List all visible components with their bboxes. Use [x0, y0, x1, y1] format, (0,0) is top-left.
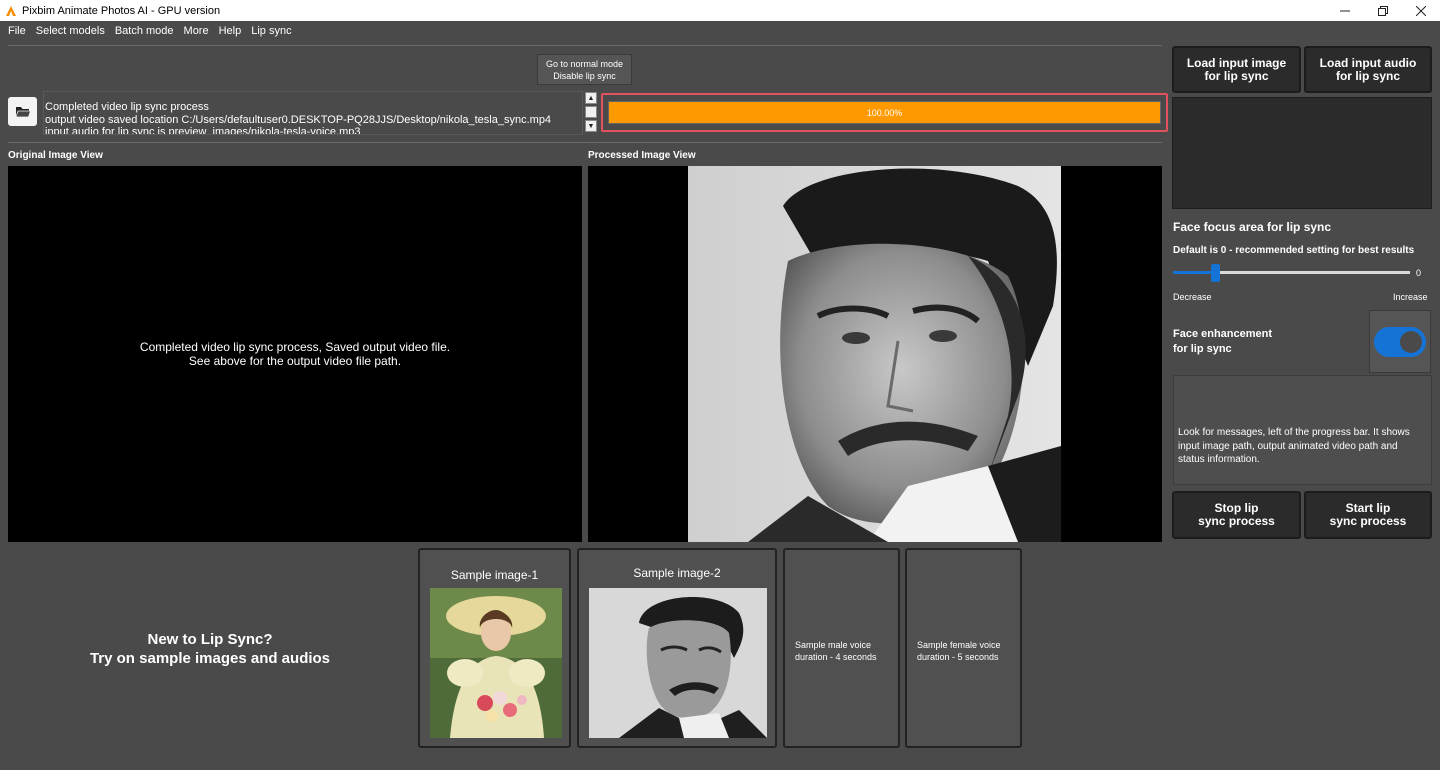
slider-value: 0: [1416, 268, 1422, 278]
stop-lip-sync-button[interactable]: Stop lip sync process: [1172, 491, 1301, 539]
info-message: Look for messages, left of the progress …: [1178, 427, 1410, 465]
promo-line: Try on sample images and audios: [89, 650, 331, 667]
divider: [8, 45, 1162, 46]
mode-button-line1: Go to normal mode: [545, 59, 624, 69]
face-focus-slider-fill: [1173, 271, 1215, 274]
face-focus-hint: Default is 0 - recommended setting for b…: [1173, 245, 1415, 256]
scroll-thumb[interactable]: [585, 106, 597, 118]
sample-image-1-thumbnail[interactable]: [430, 588, 562, 738]
voice-label-line: duration - 5 seconds: [917, 652, 999, 662]
sample-image-2-thumbnail[interactable]: [589, 588, 767, 738]
scroll-down-icon[interactable]: ▼: [585, 120, 597, 132]
sample-male-voice-card[interactable]: Sample male voice duration - 4 seconds: [783, 548, 900, 748]
progress-highlight: 100.00%: [601, 93, 1168, 132]
voice-label-line: Sample male voice: [795, 640, 872, 650]
processed-image-view: [588, 166, 1162, 542]
menu-more[interactable]: More: [184, 25, 209, 37]
menu-help[interactable]: Help: [219, 25, 242, 37]
load-image-label: Load input image: [1186, 55, 1287, 70]
voice-label-line: Sample female voice: [917, 640, 1001, 650]
close-icon: [1416, 5, 1426, 16]
log-line: Completed video lip sync process: [45, 101, 209, 113]
info-message-box: Look for messages, left of the progress …: [1173, 375, 1432, 485]
mode-button-line2: Disable lip sync: [553, 71, 616, 81]
menu-select-models[interactable]: Select models: [36, 25, 105, 37]
original-view-message: See above for the output video file path…: [188, 354, 402, 368]
face-focus-title: Face focus area for lip sync: [1173, 220, 1332, 234]
load-image-label: for lip sync: [1204, 68, 1269, 83]
load-audio-label: Load input audio: [1319, 55, 1417, 70]
menu-bar: File Select models Batch mode More Help …: [0, 21, 1440, 41]
face-enhancement-toggle[interactable]: [1374, 327, 1426, 357]
stop-label: sync process: [1198, 514, 1275, 528]
folder-icon: [14, 106, 31, 117]
sample-image-2-title: Sample image-2: [633, 566, 721, 580]
toggle-knob: [1400, 331, 1422, 353]
app-logo-icon: [5, 5, 17, 17]
start-label: sync process: [1329, 514, 1407, 528]
log-scrollbar[interactable]: ▲ ▼: [585, 92, 598, 134]
face-enhancement-line: Face enhancement: [1173, 328, 1273, 340]
sample-image-2-card[interactable]: Sample image-2: [577, 548, 777, 748]
divider: [8, 142, 1162, 143]
sample-image-1-card[interactable]: Sample image-1: [418, 548, 571, 748]
minimize-icon: [1340, 10, 1350, 11]
maximize-button[interactable]: [1364, 0, 1402, 21]
sample-male-voice-label: Sample male voice duration - 4 seconds: [795, 639, 892, 663]
open-folder-button[interactable]: [8, 97, 37, 126]
menu-batch-mode[interactable]: Batch mode: [115, 25, 174, 37]
original-view-label: Original Image View: [8, 150, 103, 161]
load-audio-label: for lip sync: [1335, 68, 1400, 83]
face-enhancement-label: Face enhancement for lip sync: [1173, 327, 1272, 357]
load-input-audio-button[interactable]: Load input audio for lip sync: [1304, 46, 1432, 93]
processed-view-label: Processed Image View: [588, 150, 696, 161]
processed-portrait-image: [688, 166, 1061, 542]
lip-sync-promo: New to Lip Sync? Try on sample images an…: [60, 630, 360, 668]
scroll-up-icon[interactable]: ▲: [585, 92, 597, 104]
decrease-label: Decrease: [1173, 292, 1212, 302]
load-input-image-button[interactable]: Load input image for lip sync: [1172, 46, 1301, 93]
menu-file[interactable]: File: [8, 25, 26, 37]
title-bar: Pixbim Animate Photos AI - GPU version: [0, 0, 1440, 21]
sample-image-1-title: Sample image-1: [450, 568, 539, 582]
original-image-view: Completed video lip sync process, Saved …: [8, 166, 582, 542]
normal-mode-button[interactable]: Go to normal mode Disable lip sync: [537, 54, 632, 85]
input-preview-box: [1172, 97, 1432, 209]
face-enhancement-line: for lip sync: [1173, 343, 1232, 355]
voice-label-line: duration - 4 seconds: [795, 652, 877, 662]
log-line: output video saved location C:/Users/def…: [45, 113, 552, 126]
promo-line: New to Lip Sync?: [147, 631, 273, 648]
start-lip-sync-button[interactable]: Start lip sync process: [1304, 491, 1432, 539]
face-focus-slider-thumb[interactable]: [1211, 264, 1220, 282]
progress-fill: 100.00%: [609, 102, 1160, 123]
progress-label: 100.00%: [866, 107, 903, 118]
sample-female-voice-label: Sample female voice duration - 5 seconds: [917, 639, 1014, 663]
menu-lip-sync[interactable]: Lip sync: [251, 25, 291, 37]
progress-bar: 100.00%: [608, 101, 1161, 124]
sample-female-voice-card[interactable]: Sample female voice duration - 5 seconds: [905, 548, 1022, 748]
status-log[interactable]: Completed video lip sync process output …: [43, 91, 583, 135]
window-title: Pixbim Animate Photos AI - GPU version: [22, 4, 221, 17]
restore-icon: [1378, 5, 1388, 16]
log-line: input audio for lip sync is preview_imag…: [45, 126, 361, 135]
increase-label: Increase: [1393, 292, 1428, 302]
minimize-button[interactable]: [1326, 0, 1364, 21]
original-view-message: Completed video lip sync process, Saved …: [139, 340, 451, 354]
close-button[interactable]: [1402, 0, 1440, 21]
